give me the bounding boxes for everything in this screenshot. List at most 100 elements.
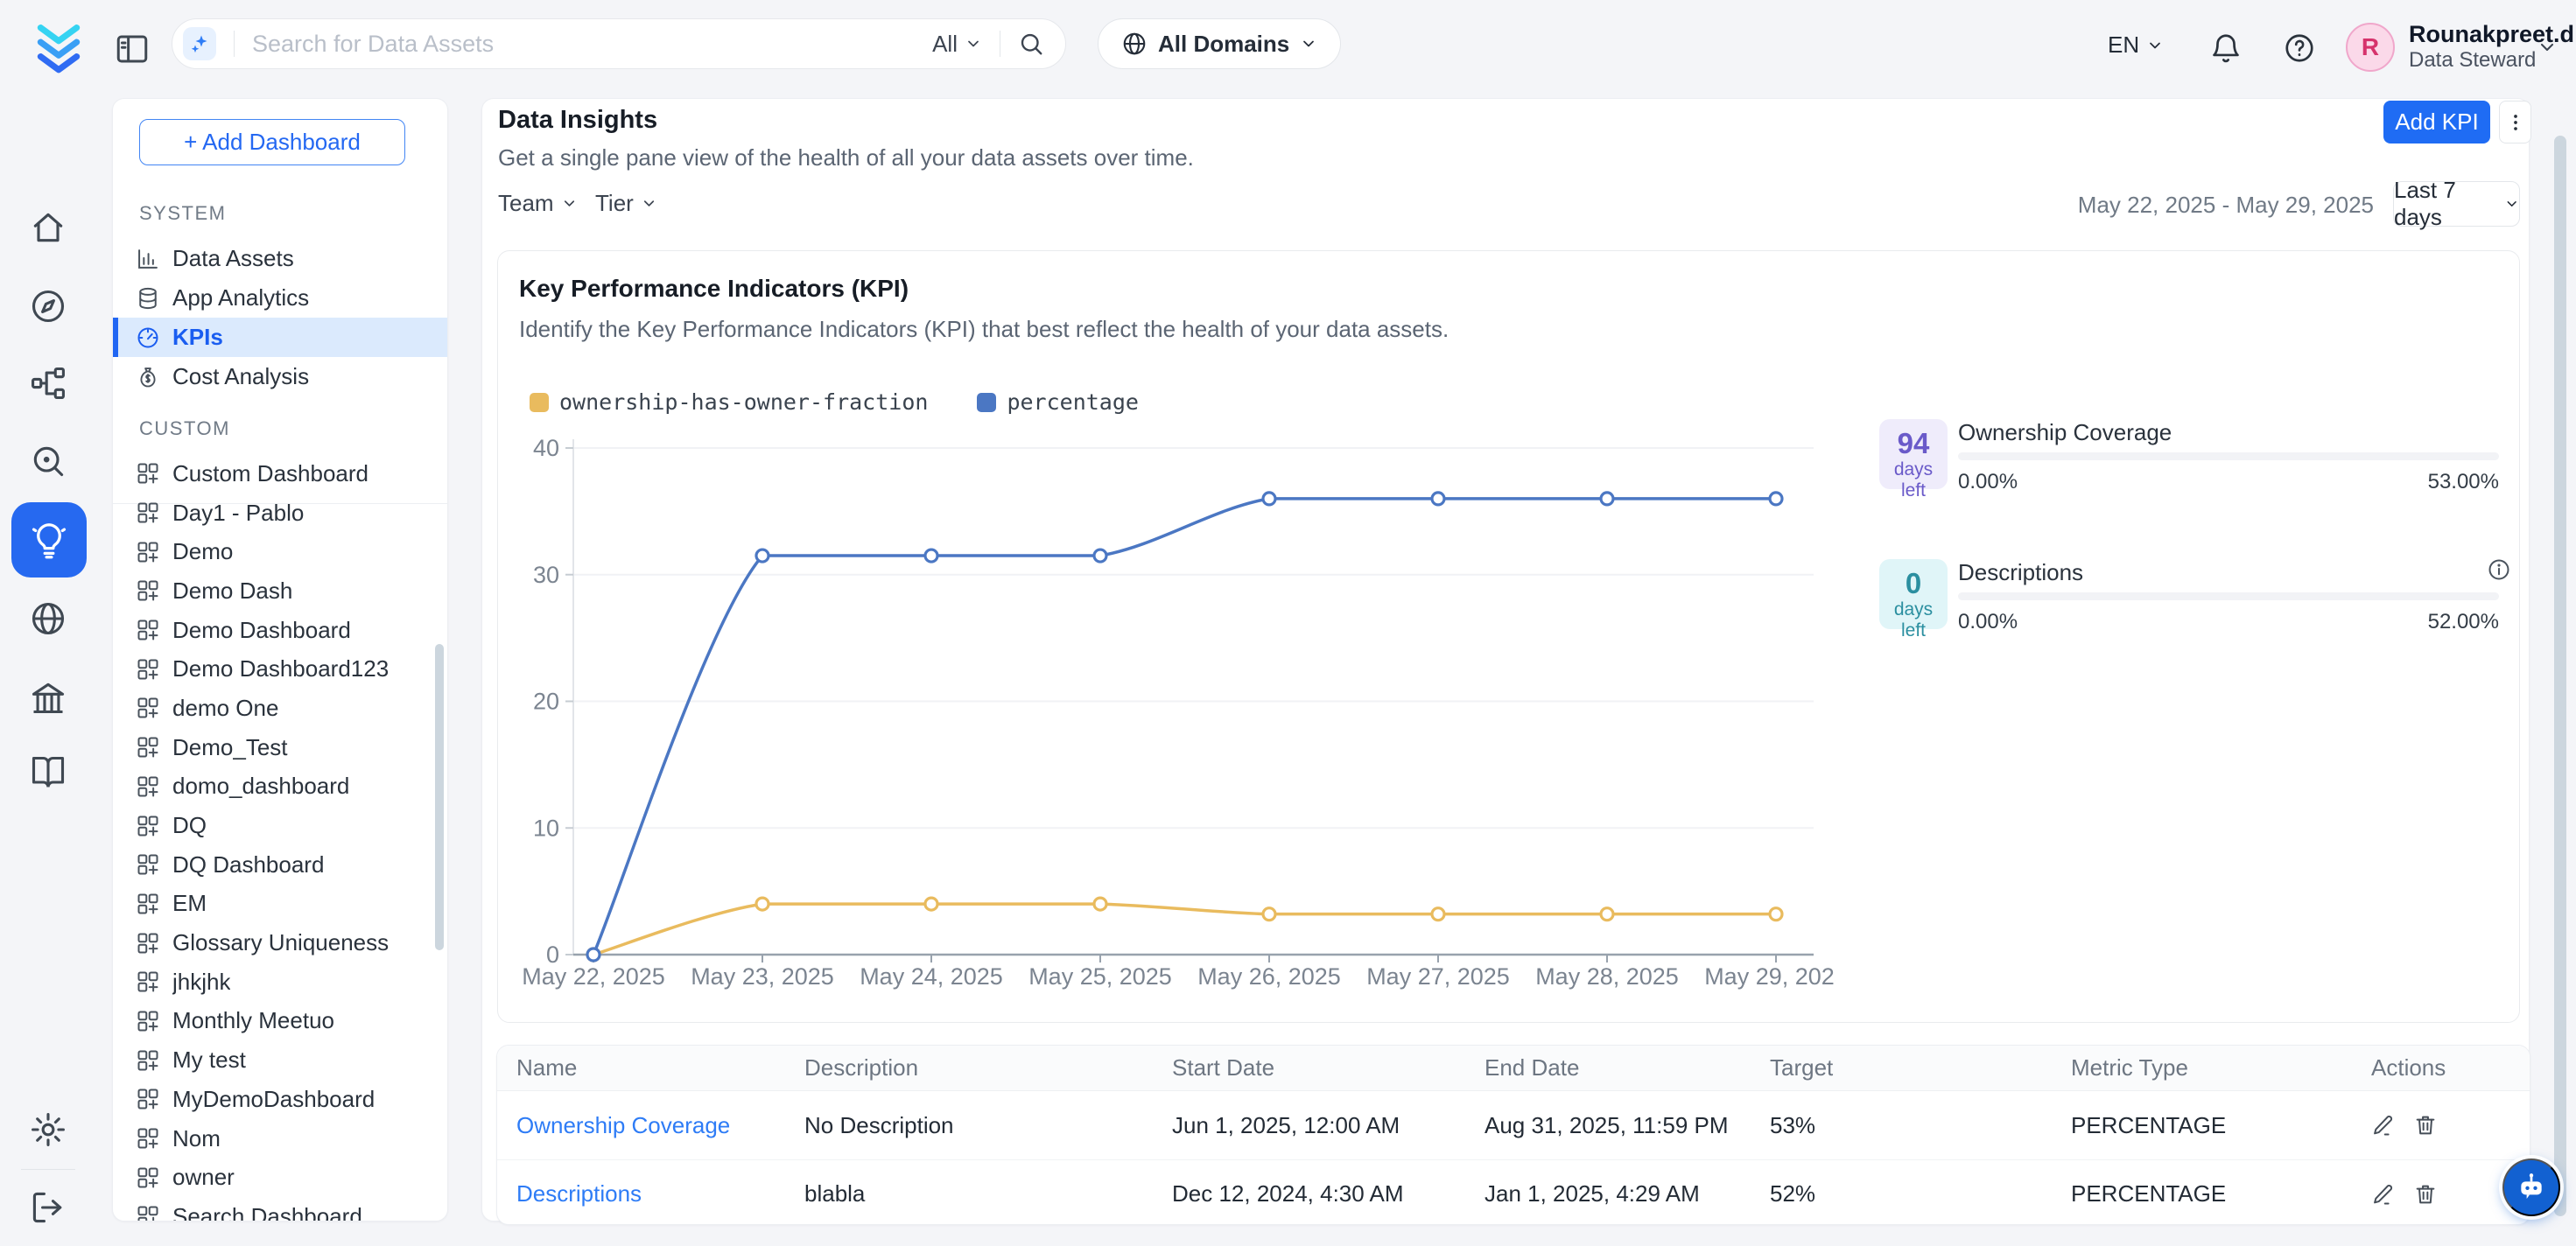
- sidebar-item-my-test[interactable]: My test: [113, 1040, 447, 1080]
- more-options-button[interactable]: [2499, 101, 2531, 144]
- rail-item-insights-active[interactable]: [11, 502, 87, 578]
- info-icon[interactable]: [2487, 557, 2511, 582]
- rail-item-governance[interactable]: [29, 678, 67, 717]
- rail-item-explore[interactable]: [29, 287, 67, 326]
- add-dashboard-button[interactable]: + Add Dashboard: [139, 119, 405, 165]
- edit-icon[interactable]: [2371, 1113, 2396, 1138]
- language-selector[interactable]: EN: [2108, 32, 2164, 59]
- help-button[interactable]: [2283, 32, 2316, 65]
- sidebar-item-label: Demo Dashboard123: [172, 655, 389, 682]
- user-menu-chevron-icon[interactable]: [2537, 37, 2558, 58]
- column-header-metric-type[interactable]: Metric Type: [2071, 1054, 2371, 1082]
- edit-icon[interactable]: [2371, 1182, 2396, 1207]
- sidebar-item-app-analytics[interactable]: App Analytics: [113, 278, 447, 318]
- panel-toggle-icon: [114, 31, 151, 67]
- sidebar-item-dq[interactable]: DQ: [113, 806, 447, 845]
- sidebar-item-owner[interactable]: owner: [113, 1158, 447, 1197]
- rail-item-domains[interactable]: [29, 599, 67, 638]
- kpi-name-link[interactable]: Ownership Coverage: [516, 1112, 804, 1139]
- summary-title-descriptions: Descriptions: [1958, 559, 2083, 586]
- search-scope-dropdown[interactable]: All: [932, 31, 982, 58]
- sidebar-item-label: Nom: [172, 1125, 221, 1152]
- sidebar-item-data-assets[interactable]: Data Assets: [113, 239, 447, 278]
- sidebar-item-dq-dashboard[interactable]: DQ Dashboard: [113, 845, 447, 885]
- team-filter-label: Team: [498, 190, 554, 217]
- global-search-bar[interactable]: All: [172, 18, 1066, 69]
- sidebar-item-label: Data Assets: [172, 245, 294, 272]
- sidebar-item-label: Demo_Test: [172, 734, 288, 761]
- sidebar-item-label: Search Dashboard: [172, 1203, 362, 1222]
- delete-icon[interactable]: [2413, 1113, 2438, 1138]
- domains-dropdown[interactable]: All Domains: [1098, 18, 1341, 69]
- add-kpi-button[interactable]: Add KPI: [2383, 101, 2490, 144]
- dashboard-grid-icon: [136, 540, 160, 564]
- column-header-name[interactable]: Name: [516, 1054, 804, 1082]
- date-range-text: May 22, 2025 - May 29, 2025: [2058, 192, 2374, 219]
- sidebar-scrollbar[interactable]: [435, 644, 444, 950]
- sidebar-item-label: My test: [172, 1046, 246, 1074]
- system-nav-list: Data Assets App Analytics KPIs Cost Anal…: [113, 239, 447, 396]
- rail-item-lineage[interactable]: [29, 364, 67, 402]
- chatbot-button[interactable]: [2502, 1158, 2560, 1216]
- progress-current: 0.00%: [1958, 610, 2018, 634]
- kpi-line-chart[interactable]: 010203040May 22, 2025May 23, 2025May 24,…: [523, 417, 1835, 1004]
- sidebar-item-label: domo_dashboard: [172, 773, 349, 800]
- sidebar-item-custom-dashboard[interactable]: Custom Dashboard: [113, 454, 447, 494]
- legend-item-ownership[interactable]: ownership-has-owner-fraction: [530, 389, 928, 415]
- sidebar-item-demo[interactable]: Demo: [113, 532, 447, 571]
- custom-nav-list: Custom Dashboard Day1 - Pablo Demo Demo …: [113, 454, 447, 1222]
- rail-item-home[interactable]: [29, 208, 67, 247]
- sidebar-item-demo-dash[interactable]: Demo Dash: [113, 571, 447, 611]
- rail-item-settings[interactable]: [29, 1110, 67, 1149]
- ai-sparkles-icon[interactable]: [183, 27, 216, 60]
- sidebar-item-em[interactable]: EM: [113, 885, 447, 924]
- app-logo[interactable]: [30, 18, 88, 79]
- sidebar-item-label: DQ: [172, 812, 207, 839]
- sidebar-item-cost-analysis[interactable]: Cost Analysis: [113, 357, 447, 396]
- rail-item-discovery[interactable]: [29, 442, 67, 480]
- chevron-down-icon: [641, 195, 657, 212]
- column-header-description[interactable]: Description: [804, 1054, 1172, 1082]
- sidebar-item-domo-dashboard[interactable]: domo_dashboard: [113, 767, 447, 807]
- sidebar-item-jhkjhk[interactable]: jhkjhk: [113, 962, 447, 1002]
- time-range-selector[interactable]: Last 7 days: [2393, 181, 2520, 227]
- column-header-start-date[interactable]: Start Date: [1172, 1054, 1485, 1082]
- sidebar-item-demo-dashboard[interactable]: Demo Dashboard: [113, 611, 447, 650]
- kpi-name-link[interactable]: Descriptions: [516, 1180, 804, 1208]
- sidebar-item-demo-dashboard123[interactable]: Demo Dashboard123: [113, 649, 447, 689]
- summary-title-ownership: Ownership Coverage: [1958, 419, 2172, 446]
- sidebar-item-nom[interactable]: Nom: [113, 1119, 447, 1158]
- sidebar-item-monthly-meetuo[interactable]: Monthly Meetuo: [113, 1002, 447, 1041]
- user-avatar[interactable]: R: [2346, 23, 2395, 72]
- sidebar-item-mydemodashboard[interactable]: MyDemoDashboard: [113, 1080, 447, 1119]
- legend-item-percentage[interactable]: percentage: [977, 389, 1139, 415]
- rail-item-glossary[interactable]: [29, 753, 67, 792]
- search-icon[interactable]: [1018, 31, 1044, 57]
- tier-filter-dropdown[interactable]: Tier: [595, 190, 657, 217]
- section-label-system: SYSTEM: [139, 202, 226, 225]
- page-scrollbar[interactable]: [2554, 136, 2566, 1216]
- delete-icon[interactable]: [2413, 1182, 2438, 1207]
- kpi-table: Name Description Start Date End Date Tar…: [496, 1045, 2530, 1225]
- sidebar-item-kpis[interactable]: KPIs: [113, 318, 447, 357]
- dashboard-grid-icon: [136, 1126, 160, 1151]
- robot-icon: [2514, 1170, 2549, 1205]
- sidebar-item-search-dashboard[interactable]: Search Dashboard: [113, 1197, 447, 1222]
- team-filter-dropdown[interactable]: Team: [498, 190, 578, 217]
- rail-item-logout[interactable]: [29, 1188, 67, 1227]
- sidebar-item-demo-one[interactable]: demo One: [113, 689, 447, 728]
- dashboard-grid-icon: [136, 500, 160, 525]
- sidebar-item-demo-test[interactable]: Demo_Test: [113, 728, 447, 767]
- sidebar-item-glossary-uniqueness[interactable]: Glossary Uniqueness: [113, 923, 447, 962]
- tier-filter-label: Tier: [595, 190, 634, 217]
- notifications-button[interactable]: [2209, 32, 2243, 65]
- database-icon: [136, 286, 160, 311]
- dashboard-grid-icon: [136, 578, 160, 603]
- column-header-target[interactable]: Target: [1770, 1054, 2071, 1082]
- chevron-down-icon: [2504, 195, 2519, 213]
- progress-target: 53.00%: [2428, 470, 2499, 494]
- sidebar-item-day1-pablo[interactable]: Day1 - Pablo: [113, 494, 447, 533]
- search-input[interactable]: [252, 31, 932, 58]
- sidebar-toggle-button[interactable]: [114, 31, 151, 67]
- column-header-end-date[interactable]: End Date: [1485, 1054, 1770, 1082]
